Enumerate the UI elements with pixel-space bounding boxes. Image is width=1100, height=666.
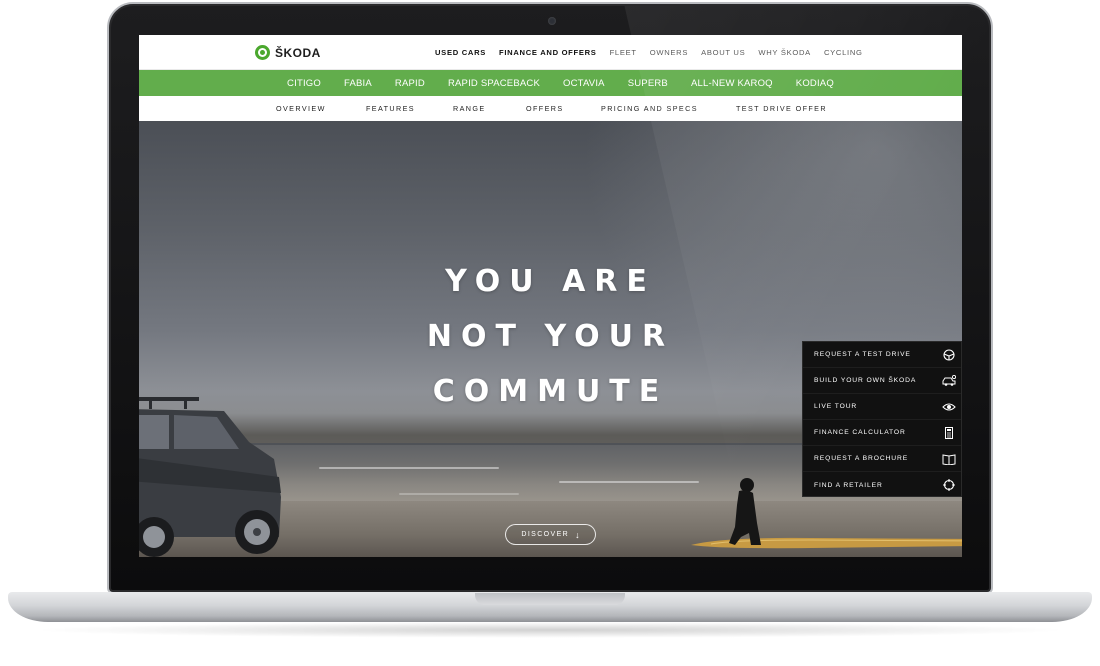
quick-actions-panel: REQUEST A TEST DRIVE BUILD YOUR OWN ŠKOD…: [802, 341, 962, 497]
wave-foam: [319, 467, 499, 469]
nav-link-fleet[interactable]: FLEET: [610, 48, 637, 57]
action-request-test-drive[interactable]: REQUEST A TEST DRIVE: [803, 342, 961, 368]
nav-link-used-cars[interactable]: USED CARS: [435, 48, 486, 57]
subnav-offers[interactable]: OFFERS: [526, 104, 564, 113]
subnav-features[interactable]: FEATURES: [366, 104, 415, 113]
action-live-tour[interactable]: LIVE TOUR: [803, 394, 961, 420]
wave-foam: [399, 493, 519, 495]
action-label: LIVE TOUR: [814, 403, 858, 410]
action-finance-calculator[interactable]: FINANCE CALCULATOR: [803, 420, 961, 446]
crosshair-icon: [943, 479, 955, 491]
subnav-overview[interactable]: OVERVIEW: [276, 104, 326, 113]
nav-link-about-us[interactable]: ABOUT US: [701, 48, 745, 57]
model-link-rapid-spaceback[interactable]: RAPID SPACEBACK: [448, 78, 540, 89]
arrow-down-icon: ↓: [575, 529, 580, 540]
calculator-icon: [945, 427, 953, 439]
skoda-logo-icon: [255, 45, 270, 60]
discover-button[interactable]: DISCOVER ↓: [505, 524, 596, 545]
model-link-rapid[interactable]: RAPID: [395, 78, 425, 89]
discover-label: DISCOVER: [521, 531, 570, 538]
model-nav: CITIGO FABIA RAPID RAPID SPACEBACK OCTAV…: [139, 70, 962, 96]
model-link-karoq[interactable]: ALL-NEW KAROQ: [691, 78, 773, 89]
brand-logo[interactable]: ŠKODA: [255, 45, 321, 60]
model-link-citigo[interactable]: CITIGO: [287, 78, 321, 89]
wave-foam: [559, 481, 699, 483]
top-nav: ŠKODA USED CARS FINANCE AND OFFERS FLEET…: [139, 35, 962, 70]
nav-link-why-skoda[interactable]: WHY ŠKODA: [758, 48, 811, 57]
model-link-superb[interactable]: SUPERB: [628, 78, 668, 89]
subnav-range[interactable]: RANGE: [453, 104, 486, 113]
camera-icon: [548, 17, 556, 25]
eye-icon: [942, 403, 956, 411]
action-label: FINANCE CALCULATOR: [814, 429, 906, 436]
suv-car-image: [139, 397, 281, 557]
subnav-test-drive-offer[interactable]: TEST DRIVE OFFER: [736, 104, 827, 113]
action-find-retailer[interactable]: FIND A RETAILER: [803, 472, 961, 498]
action-label: FIND A RETAILER: [814, 481, 883, 489]
action-label: REQUEST A BROCHURE: [814, 455, 909, 462]
website-screen: ŠKODA USED CARS FINANCE AND OFFERS FLEET…: [139, 35, 962, 557]
action-label: REQUEST A TEST DRIVE: [814, 351, 911, 358]
subnav-pricing-specs[interactable]: PRICING AND SPECS: [601, 104, 698, 113]
laptop-shadow: [30, 622, 1070, 638]
sub-nav: OVERVIEW FEATURES RANGE OFFERS PRICING A…: [139, 96, 962, 120]
laptop-notch: [475, 593, 625, 605]
model-link-kodiaq[interactable]: KODIAQ: [796, 78, 834, 89]
model-link-octavia[interactable]: OCTAVIA: [563, 78, 605, 89]
top-nav-links: USED CARS FINANCE AND OFFERS FLEET OWNER…: [435, 48, 863, 57]
nav-link-finance-offers[interactable]: FINANCE AND OFFERS: [499, 48, 597, 57]
action-build-your-own[interactable]: BUILD YOUR OWN ŠKODA: [803, 368, 961, 394]
book-icon: [942, 454, 956, 465]
nav-link-owners[interactable]: OWNERS: [650, 48, 688, 57]
action-label: BUILD YOUR OWN ŠKODA: [814, 377, 917, 384]
model-link-fabia[interactable]: FABIA: [344, 78, 372, 89]
nav-link-cycling[interactable]: CYCLING: [824, 48, 863, 57]
hero-banner: YOU ARE NOT YOUR COMMUTE DISCOVER ↓ REQU…: [139, 121, 962, 557]
action-request-brochure[interactable]: REQUEST A BROCHURE: [803, 446, 961, 472]
car-build-icon: [942, 375, 956, 386]
steering-wheel-icon: [943, 349, 955, 361]
brand-name: ŠKODA: [275, 45, 321, 60]
surfer-person-image: [729, 478, 761, 545]
headline-line-1: YOU ARE: [445, 264, 656, 299]
